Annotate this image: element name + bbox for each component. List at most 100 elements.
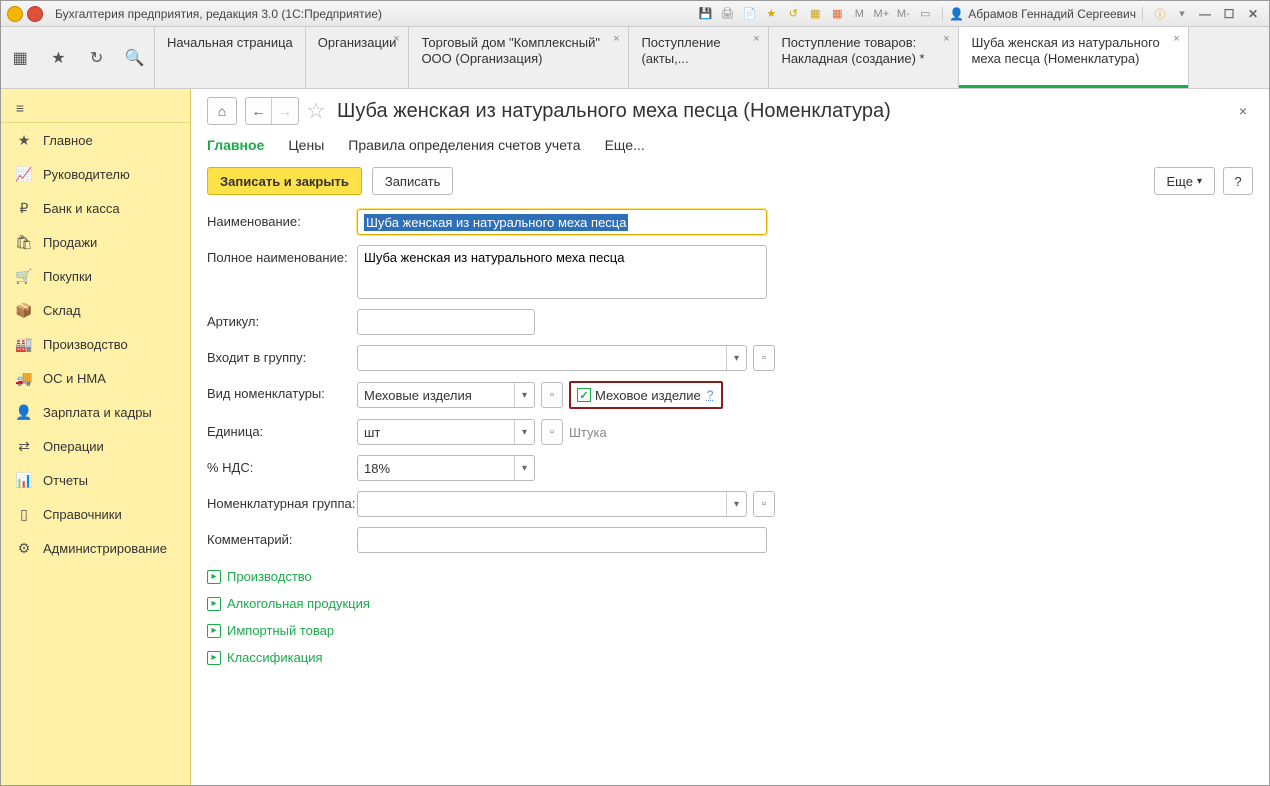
sub-tab-rules[interactable]: Правила определения счетов учета xyxy=(348,137,580,157)
sidebar-item-admin[interactable]: ⚙ Администрирование xyxy=(1,531,190,565)
window-minimize-button[interactable]: — xyxy=(1195,6,1215,22)
expander-classification[interactable]: ▸ Классификация xyxy=(207,650,1253,665)
doc-icon[interactable]: 📄 xyxy=(740,6,758,22)
close-page-button[interactable]: × xyxy=(1233,101,1253,121)
sidebar-item-label: Операции xyxy=(43,439,104,454)
nom-group-open-button[interactable]: ▫ xyxy=(753,491,775,517)
expander-import[interactable]: ▸ Импортный товар xyxy=(207,623,1253,638)
forward-button[interactable]: → xyxy=(272,98,298,124)
close-icon[interactable]: × xyxy=(610,33,622,45)
vat-combo[interactable]: 18% ▾ xyxy=(357,455,535,481)
close-icon[interactable]: × xyxy=(940,33,952,45)
group-open-button[interactable]: ▫ xyxy=(753,345,775,371)
print-icon[interactable]: 🖨 xyxy=(718,6,736,22)
sub-tab-main[interactable]: Главное xyxy=(207,137,264,157)
help-button[interactable]: ? xyxy=(1223,167,1253,195)
page-title: Шуба женская из натурального меха песца … xyxy=(337,100,891,123)
save-button[interactable]: Записать xyxy=(372,167,454,195)
chevron-down-icon[interactable]: ▾ xyxy=(726,346,746,370)
sidebar-item-directories[interactable]: ▯ Справочники xyxy=(1,497,190,531)
panel-icon[interactable]: ▭ xyxy=(916,6,934,22)
sidebar-item-reports[interactable]: 📊 Отчеты xyxy=(1,463,190,497)
save-icon[interactable]: 💾 xyxy=(696,6,714,22)
chevron-down-icon[interactable]: ▾ xyxy=(726,492,746,516)
help-link[interactable]: ? xyxy=(707,388,714,402)
group-combo[interactable]: ▾ xyxy=(357,345,747,371)
window-close-button[interactable]: ✕ xyxy=(1243,6,1263,22)
sidebar-item-label: Склад xyxy=(43,303,81,318)
fur-checkbox[interactable]: ✓ xyxy=(577,388,591,402)
expander-production[interactable]: ▸ Производство xyxy=(207,569,1253,584)
search-icon[interactable]: 🔍 xyxy=(126,49,144,67)
star-outline-icon[interactable]: ★ xyxy=(49,49,67,67)
unit-open-button[interactable]: ▫ xyxy=(541,419,563,445)
unit-combo[interactable]: шт ▾ xyxy=(357,419,535,445)
main-tab-orgs[interactable]: Организации × xyxy=(306,27,410,88)
favorite-star-icon[interactable]: ☆ xyxy=(307,102,325,120)
nom-group-combo[interactable]: ▾ xyxy=(357,491,747,517)
star-icon: ★ xyxy=(15,131,33,149)
history-nav-icon[interactable]: ↻ xyxy=(88,49,106,67)
sidebar-item-label: Администрирование xyxy=(43,541,167,556)
info-dropdown-icon[interactable]: ▾ xyxy=(1173,6,1191,22)
app-dropdown-icon[interactable] xyxy=(27,6,43,22)
chevron-down-icon[interactable]: ▾ xyxy=(514,383,534,407)
kind-combo[interactable]: Меховые изделия ▾ xyxy=(357,382,535,408)
sidebar-item-bank[interactable]: ₽ Банк и касса xyxy=(1,191,190,225)
chevron-down-icon[interactable]: ▾ xyxy=(514,420,534,444)
sidebar-item-main[interactable]: ★ Главное xyxy=(1,123,190,157)
main-tab-fur-coat[interactable]: Шуба женская из натурального меха песца … xyxy=(959,27,1189,88)
sidebar-item-purchases[interactable]: 🛒 Покупки xyxy=(1,259,190,293)
sidebar-item-warehouse[interactable]: 📦 Склад xyxy=(1,293,190,327)
calc-icon[interactable]: ▦ xyxy=(806,6,824,22)
full-name-input[interactable] xyxy=(357,245,767,299)
sidebar-item-manager[interactable]: 📈 Руководителю xyxy=(1,157,190,191)
sidebar-item-operations[interactable]: ⇄ Операции xyxy=(1,429,190,463)
label-nom-group: Номенклатурная группа: xyxy=(207,491,357,511)
chevron-down-icon: ▾ xyxy=(1197,176,1202,187)
close-icon[interactable]: × xyxy=(390,33,402,45)
apps-icon[interactable]: ▦ xyxy=(11,49,29,67)
more-button[interactable]: Еще ▾ xyxy=(1154,167,1215,195)
sidebar-item-label: Отчеты xyxy=(43,473,88,488)
home-button[interactable]: ⌂ xyxy=(207,97,237,125)
sidebar-item-label: Продажи xyxy=(43,235,97,250)
bars-icon: 📊 xyxy=(15,471,33,489)
menu-icon: ≡ xyxy=(11,99,29,117)
main-tab-receipts[interactable]: Поступление (акты,... × xyxy=(629,27,769,88)
sidebar-item-hr[interactable]: 👤 Зарплата и кадры xyxy=(1,395,190,429)
toolbar-quick: ▦ ★ ↻ 🔍 xyxy=(1,27,155,88)
save-close-button[interactable]: Записать и закрыть xyxy=(207,167,362,195)
sub-tab-prices[interactable]: Цены xyxy=(288,137,324,157)
m-plus-button[interactable]: М+ xyxy=(872,6,890,22)
favorite-icon[interactable]: ★ xyxy=(762,6,780,22)
close-icon[interactable]: × xyxy=(750,33,762,45)
comment-input[interactable] xyxy=(357,527,767,553)
kind-open-button[interactable]: ▫ xyxy=(541,382,563,408)
fur-checkbox-label: Меховое изделие xyxy=(595,388,701,403)
back-button[interactable]: ← xyxy=(246,98,272,124)
main-tab-invoice[interactable]: Поступление товаров: Накладная (создание… xyxy=(769,27,959,88)
name-input[interactable]: Шуба женская из натурального меха песца xyxy=(357,209,767,235)
m-minus-button[interactable]: М- xyxy=(894,6,912,22)
close-icon[interactable]: × xyxy=(1170,33,1182,45)
main-tab-trading[interactable]: Торговый дом "Комплексный" ООО (Организа… xyxy=(409,27,629,88)
expander-alcohol[interactable]: ▸ Алкогольная продукция xyxy=(207,596,1253,611)
main-tab-start[interactable]: Начальная страница xyxy=(155,27,306,88)
unit-hint: Штука xyxy=(569,425,607,440)
user-indicator[interactable]: 👤 Абрамов Геннадий Сергеевич xyxy=(942,7,1143,21)
nav-back-forward: ← → xyxy=(245,97,299,125)
sidebar-item-production[interactable]: 🏭 Производство xyxy=(1,327,190,361)
sidebar-item-assets[interactable]: 🚚 ОС и НМА xyxy=(1,361,190,395)
window-maximize-button[interactable]: ☐ xyxy=(1219,6,1239,22)
titlebar-right: 💾 🖨 📄 ★ ↺ ▦ ▦ М М+ М- ▭ 👤 Абрамов Геннад… xyxy=(696,6,1263,22)
history-icon[interactable]: ↺ xyxy=(784,6,802,22)
sidebar-item-sales[interactable]: 🛍 Продажи xyxy=(1,225,190,259)
m-button[interactable]: М xyxy=(850,6,868,22)
chevron-down-icon[interactable]: ▾ xyxy=(514,456,534,480)
sub-tab-more[interactable]: Еще... xyxy=(605,137,645,157)
sku-input[interactable] xyxy=(357,309,535,335)
calendar-icon[interactable]: ▦ xyxy=(828,6,846,22)
sidebar-toggle[interactable]: ≡ xyxy=(1,93,190,123)
info-icon[interactable]: ⓘ xyxy=(1151,6,1169,22)
